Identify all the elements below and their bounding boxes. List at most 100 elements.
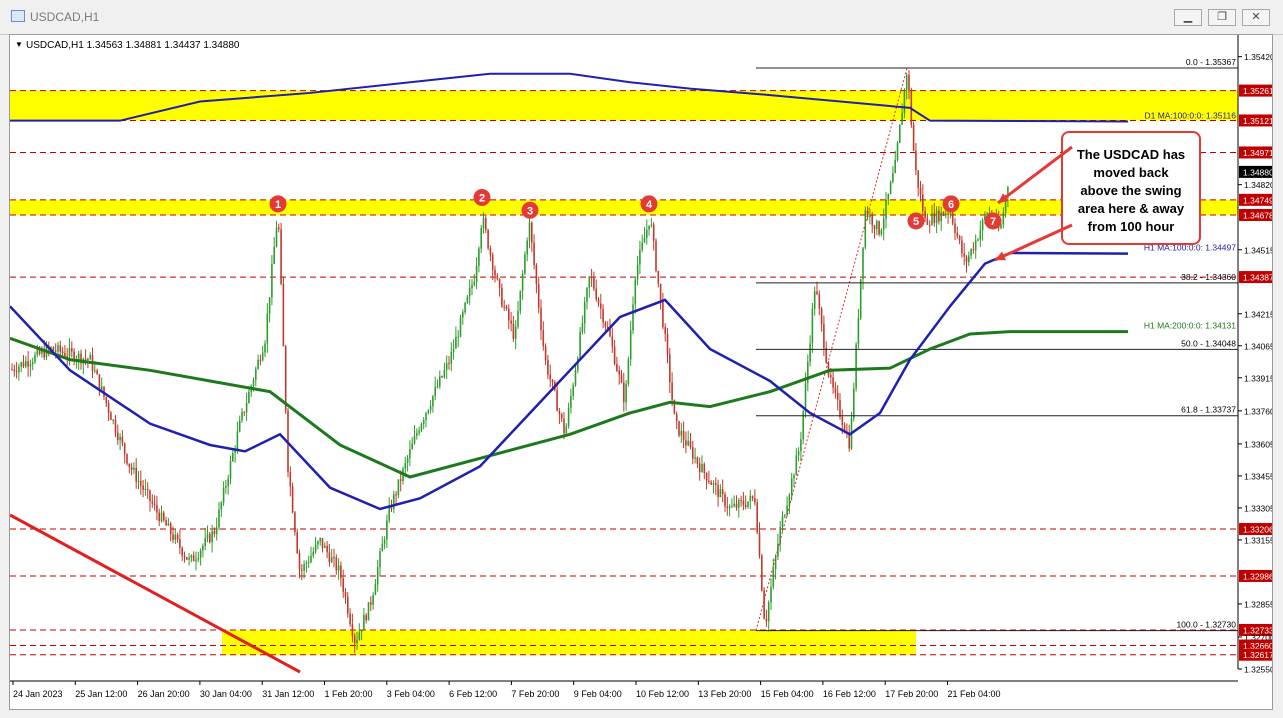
chart-window-icon [11, 10, 25, 22]
candle-body-up [738, 500, 740, 508]
candle-body-down [832, 377, 834, 388]
candle-body-up [889, 182, 892, 194]
candle-body-down [510, 320, 512, 324]
candle-body-down [609, 328, 611, 337]
candle-body-down [163, 512, 165, 521]
candle-body-down [825, 348, 827, 363]
candle-body-up [974, 240, 977, 251]
candle-body-down [873, 225, 876, 230]
candle-body-down [498, 278, 501, 288]
candle-body-down [560, 413, 563, 419]
callout-text: The USDCAD has [1077, 147, 1185, 162]
time-tick: 9 Feb 04:00 [574, 689, 622, 699]
candle-body-down [280, 229, 282, 284]
candle-body-down [213, 531, 216, 534]
symbol-menu-arrow[interactable]: ▼ [15, 40, 23, 49]
candle-body-down [64, 352, 66, 357]
candle-body-down [489, 248, 492, 255]
candle-body-up [634, 279, 637, 305]
candle-body-down [751, 496, 754, 499]
candle-body-down [87, 359, 89, 361]
candle-body-down [724, 494, 726, 507]
candle-body-up [36, 349, 39, 355]
candle-body-down [54, 350, 57, 352]
candle-body-up [905, 74, 908, 90]
swing-marker-label: 2 [479, 192, 485, 204]
candle-body-down [544, 346, 547, 361]
candle-body-up [204, 537, 206, 546]
price-tick: 1.34749 [1243, 195, 1272, 205]
candle-body-down [130, 466, 133, 470]
candle-body-up [436, 386, 439, 388]
callout-text: area here & away [1078, 201, 1185, 216]
candle-body-up [570, 395, 572, 408]
candle-body-up [445, 362, 448, 370]
candle-body-up [719, 489, 722, 498]
candle-body-up [422, 420, 425, 424]
candle-body-down [917, 170, 919, 188]
candle-body-down [928, 224, 931, 226]
candle-body-up [629, 330, 632, 360]
candle-body-down [294, 512, 296, 533]
candle-body-down [958, 236, 961, 241]
candle-body-down [169, 523, 172, 535]
candle-body-up [880, 230, 883, 235]
candle-body-down [961, 240, 963, 254]
candle-body-down [117, 432, 119, 441]
candle-body-down [655, 240, 657, 271]
candle-body-down [696, 457, 699, 464]
candle-body-up [901, 113, 903, 125]
candle-body-down [158, 512, 160, 522]
candle-body-up [245, 403, 248, 413]
candle-body-down [165, 520, 167, 526]
candle-body-down [448, 362, 450, 364]
candle-body-down [22, 362, 25, 367]
time-tick: 17 Feb 20:00 [885, 689, 938, 699]
candle-body-up [236, 431, 239, 450]
candle-body-up [857, 317, 860, 345]
candle-body-up [949, 212, 952, 215]
candle-body-up [68, 348, 71, 357]
candle-body-down [121, 436, 124, 444]
candle-body-up [450, 351, 453, 364]
candle-body-down [659, 283, 662, 301]
candle-body-up [372, 594, 374, 605]
candle-body-up [1002, 212, 1005, 225]
candle-body-up [526, 240, 528, 255]
candle-body-down [915, 150, 917, 171]
candle-body-down [123, 443, 126, 454]
candle-body-down [761, 555, 763, 591]
candle-body-up [358, 632, 361, 640]
fib-label: 100.0 - 1.32730 [1176, 620, 1236, 630]
candle-body-up [572, 385, 574, 396]
candle-body-up [241, 411, 243, 421]
chart-frame[interactable]: 0.0 - 1.35367 38.2 - 1.34360 50.0 - 1.3404… [9, 34, 1275, 710]
candle-body-up [646, 229, 648, 238]
candle-body-up [432, 395, 434, 407]
price-chart[interactable]: 0.0 - 1.35367 38.2 - 1.34360 50.0 - 1.3404… [9, 35, 1275, 709]
time-tick: 16 Feb 12:00 [823, 689, 876, 699]
candle-body-down [708, 480, 710, 483]
candle-body-down [758, 532, 761, 556]
candle-body-up [275, 227, 278, 247]
candle-body-up [885, 199, 887, 219]
candle-body-down [593, 277, 595, 289]
candle-body-down [938, 210, 940, 222]
restore-button[interactable]: ❐ [1208, 9, 1236, 26]
candle-body-up [903, 89, 906, 114]
candle-body-up [457, 336, 459, 338]
minimize-button[interactable]: ▁ [1174, 9, 1202, 26]
candle-body-up [781, 516, 784, 527]
close-button[interactable]: ✕ [1242, 9, 1270, 26]
candle-body-down [756, 502, 758, 533]
candle-body-down [149, 490, 151, 502]
candle-body-up [337, 565, 340, 571]
candle-body-up [767, 602, 770, 622]
price-tick: 1.32617 [1243, 650, 1272, 660]
candle-body-up [29, 364, 32, 367]
candle-body-down [494, 269, 496, 276]
candle-body-up [443, 369, 446, 377]
candle-body-down [547, 360, 549, 375]
fib-label: 50.0 - 1.34048 [1181, 338, 1236, 348]
price-tick: 1.32986 [1243, 571, 1272, 581]
